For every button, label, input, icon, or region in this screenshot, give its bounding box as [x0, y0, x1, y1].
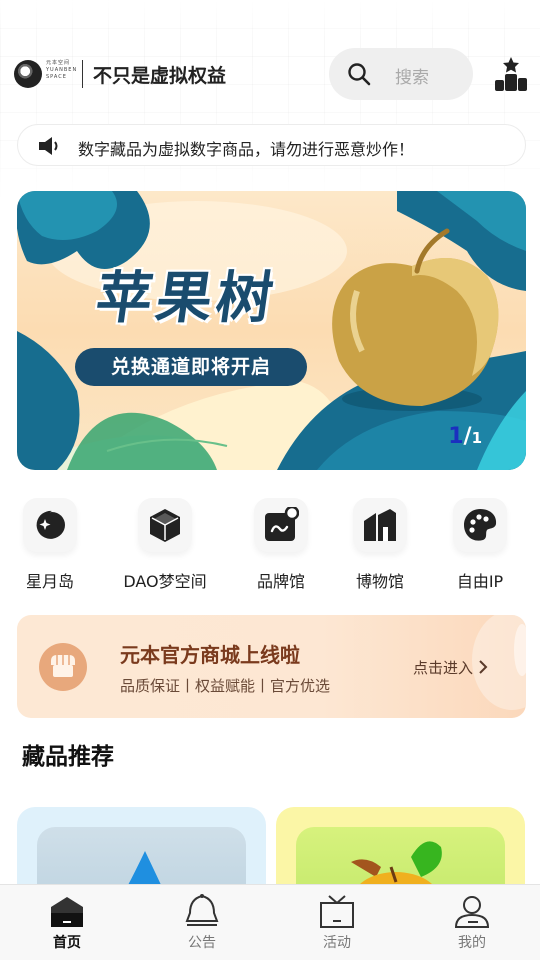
- notice-bar[interactable]: 数字藏品为虚拟数字商品，请勿进行恶意炒作！: [17, 124, 526, 166]
- tab-announcement[interactable]: 公告: [162, 893, 242, 952]
- category-free-ip[interactable]: 自由IP: [430, 498, 530, 592]
- brand-icon: [254, 498, 308, 552]
- logo-icon: [14, 60, 42, 88]
- moon-star-icon: [23, 498, 77, 552]
- banner-pagination: 1/1: [448, 424, 482, 449]
- category-label: 自由IP: [456, 572, 504, 591]
- shop-icon: [39, 643, 87, 691]
- category-xingyuedao[interactable]: 星月岛: [0, 498, 100, 592]
- home-icon: [49, 893, 85, 929]
- museum-icon: [353, 498, 407, 552]
- category-brand[interactable]: 品牌馆: [231, 498, 331, 592]
- section-title: 藏品推荐: [22, 744, 114, 770]
- category-label: DAO梦空间: [123, 572, 207, 591]
- search-box[interactable]: 搜索: [329, 48, 473, 100]
- logo-divider: [82, 60, 83, 88]
- tab-activity[interactable]: 活动: [297, 893, 377, 952]
- tab-label: 我的: [458, 935, 486, 951]
- gift-icon: [319, 893, 355, 929]
- bell-icon: [184, 893, 220, 929]
- category-label: 博物馆: [355, 572, 404, 591]
- tab-label: 公告: [188, 935, 216, 951]
- palette-icon: [453, 498, 507, 552]
- category-label: 星月岛: [25, 572, 74, 591]
- brand-slogan: 不只是虚拟权益: [93, 65, 227, 87]
- search-icon: [348, 63, 371, 86]
- promo-title: 元本官方商城上线啦: [120, 643, 300, 667]
- ranking-icon[interactable]: [494, 56, 528, 92]
- header: 元本空间 YUANBEN SPACE 不只是虚拟权益 搜索: [0, 46, 540, 102]
- logo-text: 元本空间 YUANBEN SPACE: [46, 60, 78, 80]
- chevron-right-icon: [479, 660, 488, 674]
- banner-page-current: 1: [448, 424, 464, 449]
- promo-subtitle: 品质保证丨权益赋能丨官方优选: [120, 677, 331, 695]
- mall-promo-banner[interactable]: 元本官方商城上线啦 品质保证丨权益赋能丨官方优选 点击进入: [17, 615, 526, 718]
- category-museum[interactable]: 博物馆: [330, 498, 430, 592]
- tab-home[interactable]: 首页: [27, 893, 107, 952]
- category-label: 品牌馆: [256, 572, 305, 591]
- notice-text: 数字藏品为虚拟数字商品，请勿进行恶意炒作！: [78, 140, 415, 159]
- speaker-icon: [39, 137, 58, 155]
- category-nav: 星月岛 DAO梦空间 品牌馆 博物馆 自由IP: [0, 498, 540, 598]
- search-input[interactable]: 搜索: [395, 63, 429, 88]
- banner-carousel[interactable]: 苹果树 兑换通道即将开启 1/1: [17, 191, 526, 470]
- tab-label: 首页: [53, 935, 81, 951]
- promo-link-label: 点击进入: [413, 659, 474, 677]
- banner-title: 苹果树: [91, 266, 281, 331]
- tab-profile[interactable]: 我的: [432, 893, 512, 952]
- user-icon: [454, 893, 490, 929]
- bottom-tab-bar: 首页 公告 活动 我的: [0, 884, 540, 960]
- banner-page-total: 1: [471, 429, 482, 447]
- promo-enter-link[interactable]: 点击进入: [413, 657, 488, 678]
- tab-label: 活动: [323, 935, 351, 951]
- cube-icon: [138, 498, 192, 552]
- category-dao[interactable]: DAO梦空间: [115, 498, 215, 592]
- banner-subtitle: 兑换通道即将开启: [75, 348, 307, 386]
